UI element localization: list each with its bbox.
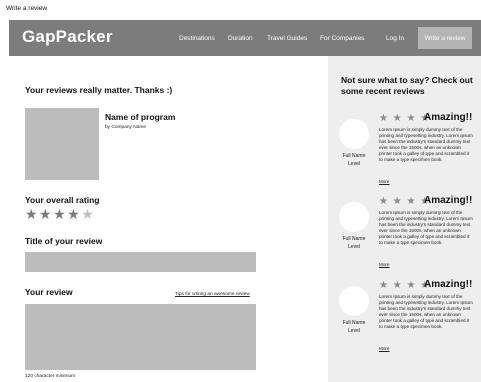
review-body-input[interactable] xyxy=(25,304,256,370)
avatar xyxy=(339,119,369,149)
reviewer-info: Full Name Level xyxy=(331,152,377,168)
review-text: Lorem Ipsum is simply dummy text of the … xyxy=(379,294,473,329)
program-image xyxy=(25,108,99,180)
review-text: Lorem Ipsum is simply dummy text of the … xyxy=(379,210,473,245)
more-link[interactable]: More xyxy=(379,262,389,267)
reviewer-level: Level xyxy=(348,244,360,250)
review-body-label: Your review xyxy=(25,287,73,297)
page-heading: Your reviews really matter. Thanks :) xyxy=(25,85,173,95)
reviewer-name: Full Name xyxy=(342,320,366,326)
write-review-button[interactable]: Write a review xyxy=(418,27,472,49)
sidebar-heading: Not sure what to say? Check out some rec… xyxy=(341,75,473,96)
more-link[interactable]: More xyxy=(379,346,389,351)
tips-link[interactable]: Tips for writing an awesome review xyxy=(175,292,250,297)
avatar xyxy=(339,202,369,232)
character-minimum-note: 120 character minimum xyxy=(25,374,76,379)
review-title: Amazing!! xyxy=(424,279,473,290)
more-link[interactable]: More xyxy=(379,179,389,184)
recent-reviews-sidebar: Not sure what to say? Check out some rec… xyxy=(328,56,481,382)
avatar xyxy=(339,286,369,316)
logo[interactable]: GapPacker xyxy=(22,27,113,47)
review-card: Full Name Level ★ ★ ★ ★ Amazing!! Lorem I… xyxy=(328,278,481,356)
reviewer-level: Level xyxy=(348,328,360,334)
reviewer-level: Level xyxy=(348,161,360,167)
reviewer-name: Full Name xyxy=(342,236,366,242)
frame-title: Write a review xyxy=(6,5,48,12)
nav-log-in[interactable]: Log In xyxy=(386,35,404,42)
rating-label: Your overall rating xyxy=(25,195,100,205)
review-title: Amazing!! xyxy=(424,112,473,123)
review-stars-icon: ★ ★ ★ ★ xyxy=(379,196,431,207)
review-card: Full Name Level ★ ★ ★ ★ Amazing!! Lorem I… xyxy=(328,111,481,189)
program-company: by Company Name xyxy=(105,125,147,130)
empty-star-icon[interactable]: ★ xyxy=(81,206,95,222)
nav-travel-guides[interactable]: Travel Guides xyxy=(267,35,307,42)
reviewer-info: Full Name Level xyxy=(331,235,377,251)
nav-destinations[interactable]: Destinations xyxy=(179,35,215,42)
review-stars-icon: ★ ★ ★ ★ xyxy=(379,113,431,124)
reviewer-name: Full Name xyxy=(342,153,366,159)
review-card: Full Name Level ★ ★ ★ ★ Amazing!! Lorem I… xyxy=(328,194,481,272)
rating-stars[interactable]: ★★★★★ xyxy=(25,206,95,223)
review-title-label: Title of your review xyxy=(25,236,103,246)
review-title: Amazing!! xyxy=(424,195,473,206)
top-navbar: GapPacker Destinations Duration Travel G… xyxy=(9,20,481,56)
nav-duration[interactable]: Duration xyxy=(228,35,253,42)
program-name: Name of program xyxy=(105,112,176,122)
review-stars-icon: ★ ★ ★ ★ xyxy=(379,280,431,291)
review-title-input[interactable] xyxy=(25,252,256,272)
filled-star-icon[interactable]: ★★★★ xyxy=(25,206,81,222)
review-text: Lorem Ipsum is simply dummy text of the … xyxy=(379,127,473,162)
reviewer-info: Full Name Level xyxy=(331,319,377,335)
nav-for-companies[interactable]: For Companies xyxy=(320,35,364,42)
